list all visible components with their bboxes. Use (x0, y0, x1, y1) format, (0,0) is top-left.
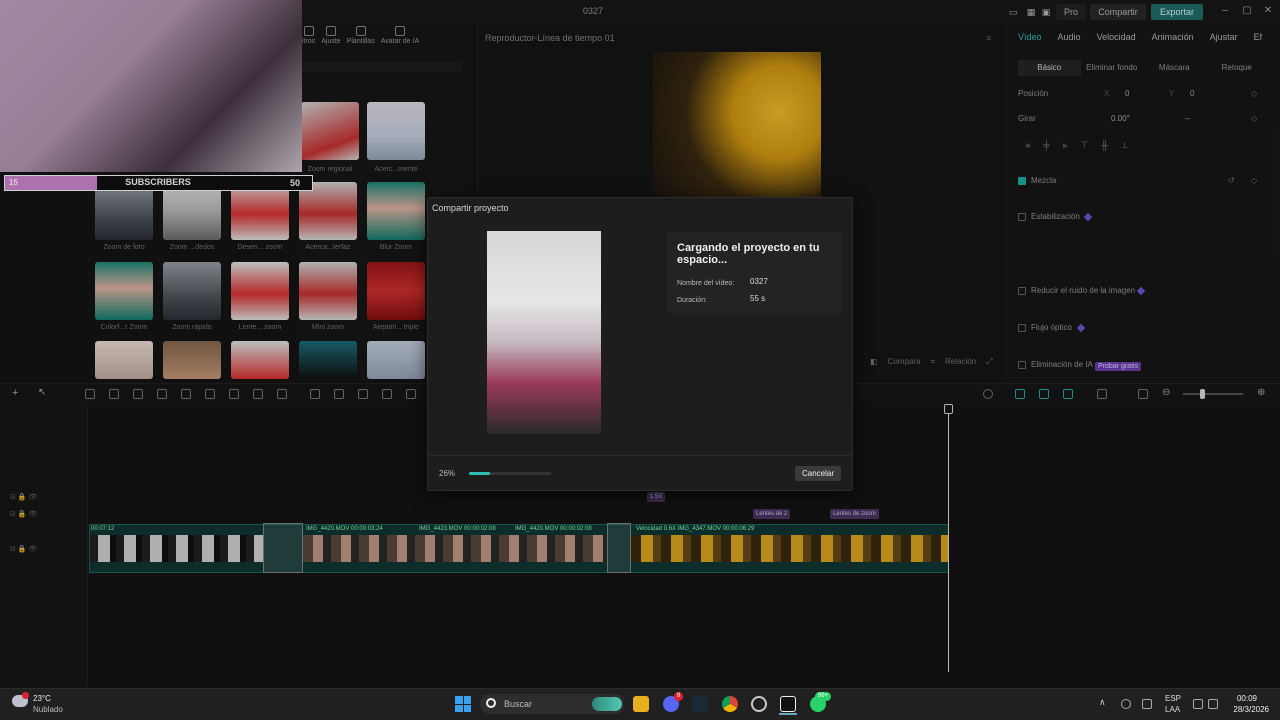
discord-badge: 9 (674, 692, 683, 701)
clock-date[interactable]: 28/3/2026 (1221, 705, 1269, 714)
capcut-icon[interactable] (780, 696, 796, 712)
search-placeholder: Buscar (504, 699, 533, 709)
search-highlight-art (592, 697, 622, 711)
clock-time[interactable]: 00:09 (1221, 694, 1257, 703)
search-icon (486, 698, 496, 708)
volume-icon[interactable] (1208, 699, 1218, 709)
microphone-tray-icon[interactable] (1142, 699, 1152, 709)
weather-description[interactable]: Nublado (33, 705, 63, 714)
cancel-button[interactable]: Cancelar (795, 466, 841, 481)
upload-progress-text: 26% (439, 469, 456, 478)
duration-label: Duración: (677, 297, 707, 304)
weather-alert-badge (22, 692, 29, 699)
weather-temperature[interactable]: 23°C (33, 694, 51, 703)
windows-start-icon[interactable] (455, 696, 471, 712)
video-name-value: 0327 (750, 277, 768, 286)
whatsapp-badge: 99+ (815, 692, 831, 701)
upload-heading: Cargando el proyecto en tu espacio... (677, 242, 820, 266)
chrome-icon[interactable] (722, 696, 738, 712)
steam-icon[interactable] (692, 696, 708, 712)
app-root: 0327 ▭ ▦ ▣ Pro Compartir Exportar – ▢ ✕ … (0, 0, 1280, 720)
keyboard-language[interactable]: ESP (1165, 694, 1181, 703)
obs-icon[interactable] (751, 696, 767, 712)
tray-chevron-icon[interactable]: ∧ (1099, 697, 1106, 708)
video-name-label: Nombre del vídeo: (677, 280, 735, 287)
dialog-divider (428, 455, 852, 456)
keyboard-layout[interactable]: LAA (1165, 705, 1180, 714)
duration-value: 55 s (750, 294, 766, 303)
display-icon[interactable] (1193, 699, 1203, 709)
file-explorer-icon[interactable] (633, 696, 649, 712)
video-preview-thumbnail (487, 231, 601, 434)
network-icon[interactable] (1121, 699, 1131, 709)
active-app-indicator (779, 713, 797, 715)
upload-progress-fill (469, 472, 490, 475)
dialog-title: Compartir proyecto (432, 203, 509, 213)
